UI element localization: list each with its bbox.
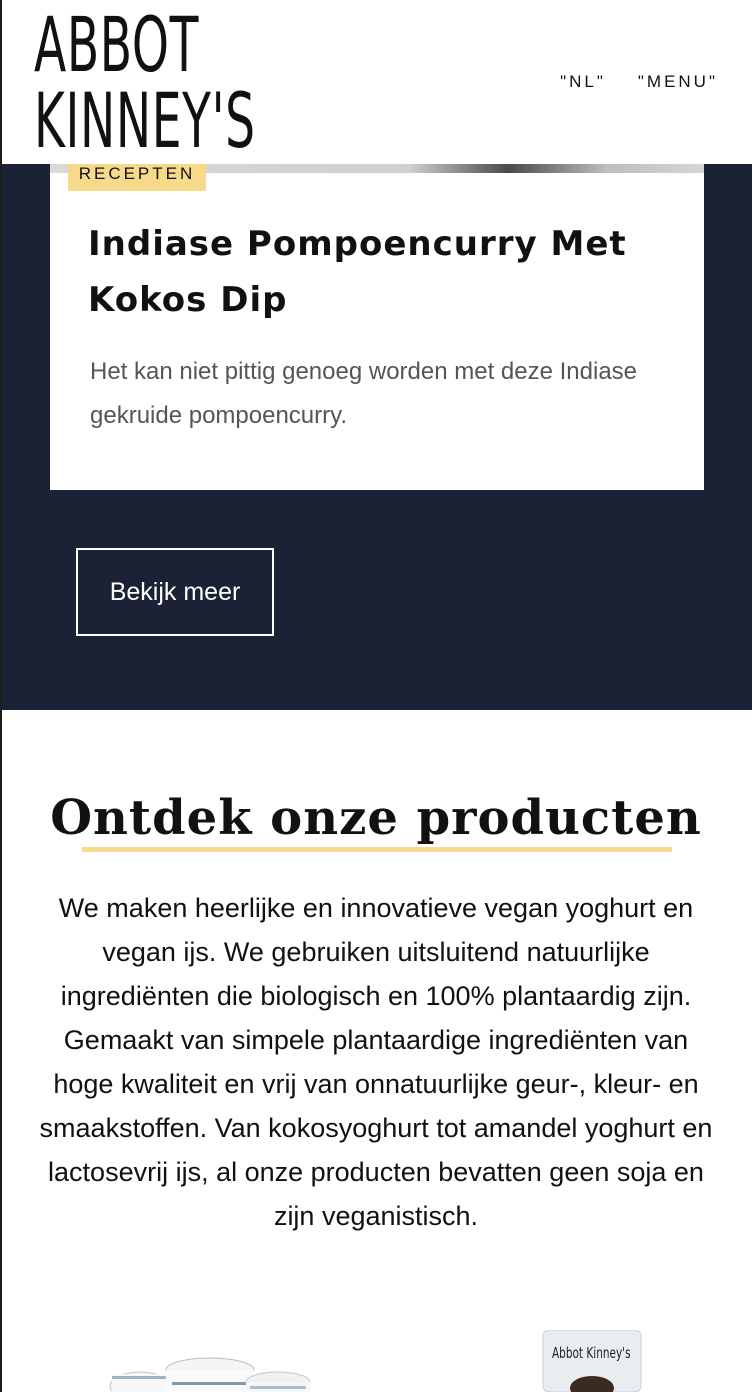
logo[interactable]: Abbot Kinney's bbox=[34, 7, 360, 159]
site-header: Abbot Kinney's "NL" "MENU" bbox=[0, 0, 752, 164]
recipe-card[interactable]: RECEPTEN Indiase Pompoencurry Met Kokos … bbox=[50, 156, 704, 490]
logo-text: Abbot Kinney's bbox=[34, 0, 256, 165]
page-edge bbox=[0, 0, 2, 1392]
products-description: We maken heerlijke en innovatieve vegan … bbox=[39, 893, 713, 1231]
yoghurt-product-image[interactable] bbox=[100, 1346, 320, 1392]
header-nav: "NL" "MENU" bbox=[560, 72, 718, 92]
recipe-section: RECEPTEN Indiase Pompoencurry Met Kokos … bbox=[0, 156, 752, 710]
ice-cream-product-image[interactable]: Abbot Kinney's bbox=[540, 1330, 644, 1392]
menu-button[interactable]: "MENU" bbox=[638, 72, 718, 92]
products-section: Ontdek onze producten We maken heerlijke… bbox=[0, 710, 752, 1392]
recipe-description: Het kan niet pittig genoeg worden met de… bbox=[90, 358, 638, 429]
product-label: Abbot Kinney's bbox=[552, 1344, 631, 1362]
recipe-title[interactable]: Indiase Pompoencurry Met Kokos Dip bbox=[88, 216, 668, 328]
heading-underline bbox=[82, 847, 672, 852]
products-heading: Ontdek onze producten bbox=[50, 790, 702, 846]
language-switch[interactable]: "NL" bbox=[560, 72, 606, 92]
view-more-button[interactable]: Bekijk meer bbox=[76, 548, 274, 636]
